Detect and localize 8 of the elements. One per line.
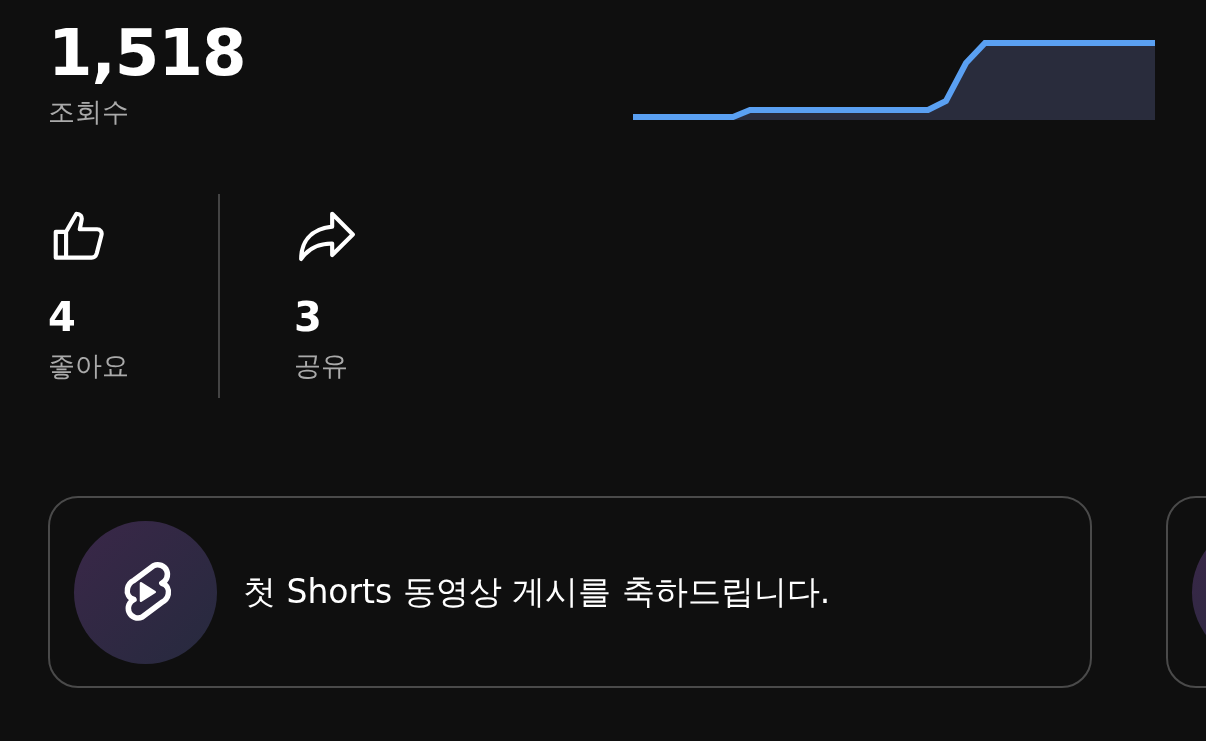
view-count: 1,518 [48, 15, 246, 92]
stat-count: 4 [48, 293, 76, 342]
achievement-card[interactable]: 첫 Shorts 동영상 게시를 축하드립니다. [48, 496, 1092, 688]
achievement-text: 첫 Shorts 동영상 게시를 축하드립니다. [243, 570, 831, 613]
stat-count: 3 [294, 293, 322, 342]
stat-label: 공유 [294, 349, 348, 383]
stat-label: 좋아요 [48, 349, 129, 383]
view-label: 조회수 [48, 95, 130, 129]
